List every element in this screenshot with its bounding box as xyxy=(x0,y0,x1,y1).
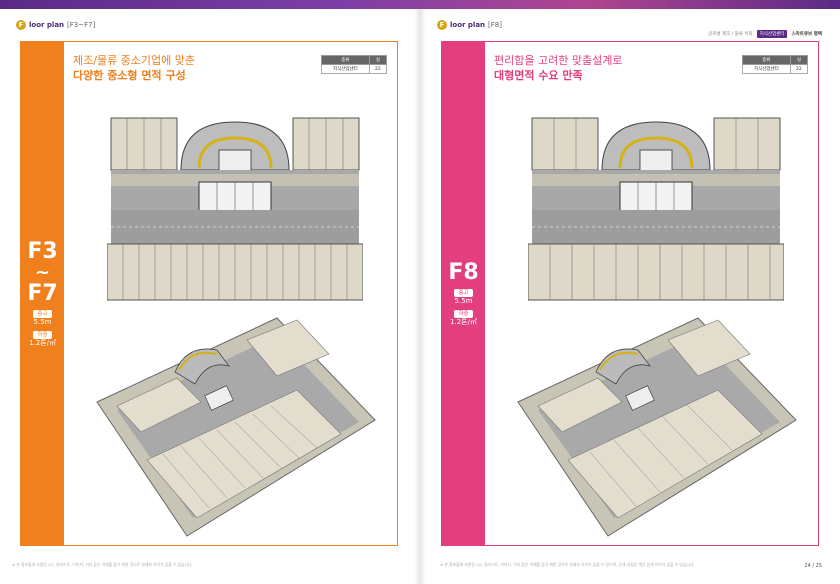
ceiling-label: 층고 xyxy=(33,309,52,318)
ceiling-value: 5.5m xyxy=(33,317,52,326)
load-label: 하중 xyxy=(454,309,473,318)
floor-plan-badge-icon: F xyxy=(16,20,26,30)
headline-line-2: 다양한 중소형 면적 구성 xyxy=(73,69,186,82)
floor-plan-3d-image xyxy=(517,317,797,537)
spec-table: 종류 실 지식산업센터 22 xyxy=(321,55,388,74)
spec-col-type: 종류 xyxy=(742,55,791,65)
floor-tilde: ~ xyxy=(34,261,51,283)
header-links: 글로벌 제조 / 물류 특화 지식산업센터 스마트큐브 평택 xyxy=(708,30,822,38)
floor-name: F8 xyxy=(448,259,479,285)
headline: 제조/물류 중소기업에 맞춘 다양한 중소형 면적 구성 xyxy=(73,54,195,84)
floor-sidebar: F3 ~ F7 층고 5.5m 하중 1.2톤/㎡ xyxy=(21,42,64,545)
header-link-tag[interactable]: 지식산업센터 xyxy=(756,30,788,38)
floor-plan-label: F loor plan [F3~F7] xyxy=(16,20,95,30)
floor-sidebar: F8 층고 5.5m 하중 1.2톤/㎡ xyxy=(442,42,485,545)
floor-plan-2d-image xyxy=(528,112,784,302)
spec-count: 22 xyxy=(368,64,388,74)
content-frame: F8 층고 5.5m 하중 1.2톤/㎡ 편리함을 고려한 맞춤설계로 대형면적… xyxy=(441,41,819,546)
spec-use: 지식산업센터 xyxy=(742,64,791,74)
page-number: 24 / 25 xyxy=(804,563,822,569)
floor-plan-text: loor plan xyxy=(29,21,65,29)
ceiling-value: 5.5m xyxy=(454,296,473,305)
headline-line-1: 제조/물류 중소기업에 맞춘 xyxy=(73,54,196,67)
headline-line-2: 대형면적 수요 만족 xyxy=(494,69,583,82)
floor-name: F3 ~ F7 xyxy=(27,238,58,306)
floor-bottom: F7 xyxy=(27,280,58,306)
top-decor-bar xyxy=(0,0,840,9)
spec-col-type: 종류 xyxy=(321,55,370,65)
load-value: 1.2톤/㎡ xyxy=(29,338,56,347)
spec-use: 지식산업센터 xyxy=(321,64,370,74)
headline-line-1: 편리함을 고려한 맞춤설계로 xyxy=(494,54,623,67)
floor-plan-label: F loor plan [F8] xyxy=(437,20,502,30)
floor-plan-range: [F3~F7] xyxy=(67,21,96,29)
left-page: F loor plan [F3~F7] F3 ~ F7 층고 5.5m 하중 1… xyxy=(0,9,420,584)
headline: 편리함을 고려한 맞춤설계로 대형면적 수요 만족 xyxy=(494,54,622,84)
footnote: ※ 본 홍보물에 사용된 CG, 일러스트, 이미지, 기타 등은 이해를 돕기… xyxy=(12,562,193,567)
content-frame: F3 ~ F7 층고 5.5m 하중 1.2톤/㎡ 제조/물류 중소기업에 맞춘… xyxy=(20,41,398,546)
spec-table: 종류 실 지식산업센터 22 xyxy=(742,55,809,74)
load-value: 1.2톤/㎡ xyxy=(450,317,477,326)
spec-col-room: 실 xyxy=(789,55,809,65)
floor-plan-badge-icon: F xyxy=(437,20,447,30)
floor-plan-text: loor plan xyxy=(450,21,486,29)
spec-count: 22 xyxy=(789,64,809,74)
header-link-brand[interactable]: 스마트큐브 평택 xyxy=(791,31,822,37)
header-link-category[interactable]: 글로벌 제조 / 물류 특화 xyxy=(708,31,753,37)
floor-plan-range: [F8] xyxy=(488,21,502,29)
spec-col-room: 실 xyxy=(368,55,388,65)
right-page: F loor plan [F8] 글로벌 제조 / 물류 특화 지식산업센터 스… xyxy=(420,9,840,584)
floor-plan-3d-image xyxy=(96,317,376,537)
floor-plan-2d-image xyxy=(107,112,363,302)
brochure-spread: F loor plan [F3~F7] F3 ~ F7 층고 5.5m 하중 1… xyxy=(0,0,840,584)
ceiling-label: 층고 xyxy=(454,288,473,297)
load-label: 하중 xyxy=(33,330,52,339)
footnote: ※ 본 홍보물에 사용된 CG, 일러스트, 이미지, 기타 등은 이해를 돕기… xyxy=(440,562,695,567)
floor-top: F3 xyxy=(27,238,58,264)
